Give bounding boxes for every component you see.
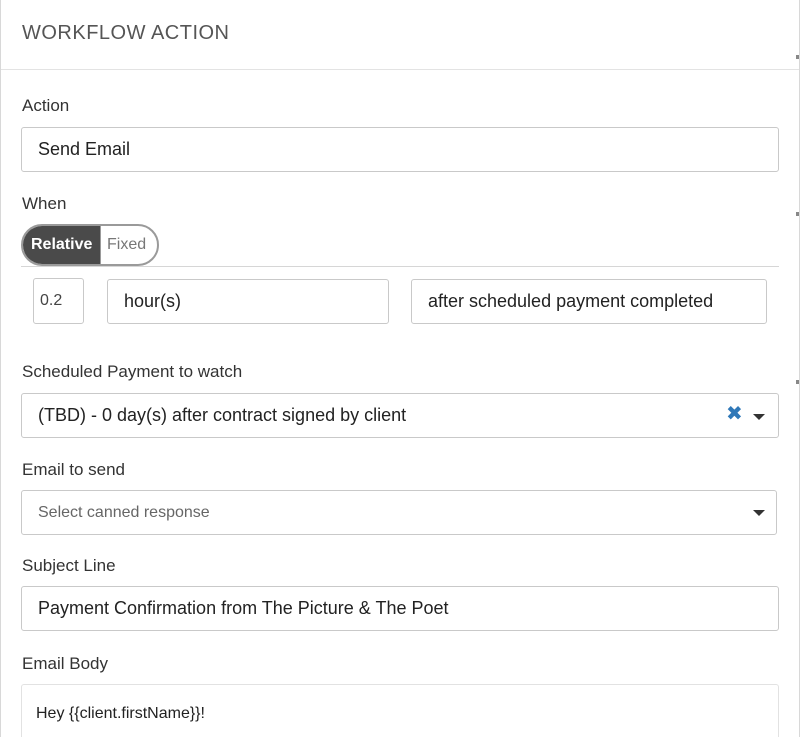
divider xyxy=(21,266,779,267)
chevron-down-icon[interactable] xyxy=(753,414,765,420)
edge-mark xyxy=(796,212,799,216)
when-unit-value: hour(s) xyxy=(124,291,182,311)
toggle-fixed[interactable]: Fixed xyxy=(100,226,157,264)
email-body-label: Email Body xyxy=(22,654,108,673)
when-mode-toggle: Relative Fixed xyxy=(21,224,159,266)
edge-mark xyxy=(796,380,799,384)
email-to-send-placeholder: Select canned response xyxy=(38,503,210,521)
when-trigger-select[interactable]: after scheduled payment completed xyxy=(411,279,767,324)
subject-label: Subject Line xyxy=(22,556,116,575)
page-title: WORKFLOW ACTION xyxy=(22,22,230,44)
when-trigger-value: after scheduled payment completed xyxy=(428,291,714,311)
scheduled-payment-label: Scheduled Payment to watch xyxy=(22,362,243,381)
chevron-down-icon[interactable] xyxy=(753,510,765,516)
toggle-relative[interactable]: Relative xyxy=(23,226,100,264)
clear-x-icon[interactable]: ✖ xyxy=(726,404,743,424)
when-amount-value: 0.2 xyxy=(40,292,63,309)
subject-input[interactable]: Payment Confirmation from The Picture & … xyxy=(21,586,779,631)
scheduled-payment-select[interactable]: (TBD) - 0 day(s) after contract signed b… xyxy=(21,393,779,438)
action-value: Send Email xyxy=(38,139,131,159)
email-body-editor[interactable]: Hey {{client.firstName}}! xyxy=(21,684,779,737)
workflow-action-panel: WORKFLOW ACTION Action Send Email When R… xyxy=(0,0,800,737)
when-label: When xyxy=(22,194,67,213)
email-body-value: Hey {{client.firstName}}! xyxy=(36,705,205,722)
panel-header: WORKFLOW ACTION xyxy=(1,0,799,70)
action-label: Action xyxy=(22,96,70,115)
when-amount-input[interactable]: 0.2 xyxy=(33,278,84,324)
action-input[interactable]: Send Email xyxy=(21,127,779,172)
email-to-send-select[interactable]: Select canned response xyxy=(21,490,777,535)
scheduled-payment-value: (TBD) - 0 day(s) after contract signed b… xyxy=(38,405,407,425)
when-unit-select[interactable]: hour(s) xyxy=(107,279,389,324)
subject-value: Payment Confirmation from The Picture & … xyxy=(38,598,449,618)
email-to-send-label: Email to send xyxy=(22,460,125,479)
